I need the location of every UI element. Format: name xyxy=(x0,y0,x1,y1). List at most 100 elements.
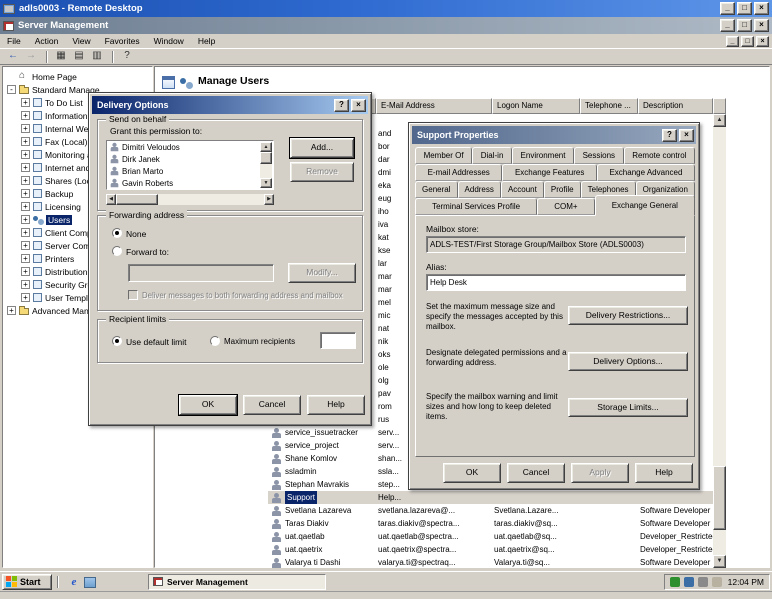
tab[interactable]: E-mail Addresses xyxy=(415,164,502,181)
tree-expand-box[interactable]: + xyxy=(21,124,30,133)
cancel-button[interactable]: Cancel xyxy=(507,463,565,483)
close-icon[interactable]: × xyxy=(754,19,769,32)
none-radio[interactable] xyxy=(112,228,122,238)
alias-field[interactable]: Help Desk xyxy=(426,274,686,291)
help-button[interactable]: Help xyxy=(307,395,365,415)
tab[interactable]: Profile xyxy=(544,181,581,198)
maximize-icon[interactable]: □ xyxy=(737,2,752,15)
tab[interactable]: Exchange Features xyxy=(502,164,597,181)
tab[interactable]: Environment xyxy=(512,147,574,164)
user-row[interactable]: Svetlana Lazareva svetlana.lazareva@... … xyxy=(268,504,713,517)
tree-expand-box[interactable]: + xyxy=(21,241,30,250)
scroll-up-icon[interactable]: ▲ xyxy=(260,142,272,152)
recipients-scrollbar[interactable]: ▲ ▼ xyxy=(260,142,272,188)
close-icon[interactable]: × xyxy=(351,99,366,112)
recipient-item[interactable]: Dimitri Veloudos xyxy=(107,141,273,153)
user-row[interactable]: Taras Diakiv taras.diakiv@spectra... tar… xyxy=(268,517,713,530)
restore-icon[interactable]: □ xyxy=(741,36,754,47)
remote-desktop-titlebar[interactable]: adls0003 - Remote Desktop _ □ × xyxy=(0,0,772,17)
tab[interactable]: Member Of xyxy=(415,147,472,164)
minimize-icon[interactable]: _ xyxy=(720,2,735,15)
storage-limits-button[interactable]: Storage Limits... xyxy=(568,398,688,417)
recipient-item[interactable]: Brian Marto xyxy=(107,165,273,177)
column-header-telephone[interactable]: Telephone ... xyxy=(580,98,638,114)
app-titlebar[interactable]: Server Management _ □ × xyxy=(0,17,772,34)
tab[interactable]: Account xyxy=(501,181,544,198)
list-view-icon[interactable]: ▤ xyxy=(71,50,87,63)
scroll-down-icon[interactable]: ▼ xyxy=(713,555,726,568)
volume-icon[interactable] xyxy=(698,577,708,587)
maximize-icon[interactable]: □ xyxy=(737,19,752,32)
scroll-up-icon[interactable]: ▲ xyxy=(713,114,726,127)
tree-item[interactable]: Home Page xyxy=(3,70,152,83)
column-header-description[interactable]: Description xyxy=(638,98,713,114)
menu-item[interactable]: Action xyxy=(28,36,66,46)
menu-item[interactable]: Favorites xyxy=(98,36,147,46)
menu-item[interactable]: File xyxy=(0,36,28,46)
tree-expand-box[interactable]: + xyxy=(21,189,30,198)
recipients-hscrollbar[interactable]: ◀ ▶ xyxy=(106,194,274,205)
help-icon[interactable]: ? xyxy=(119,50,135,63)
tab[interactable]: Address xyxy=(458,181,501,198)
user-row[interactable]: Valarya ti Dashi valarya.ti@spectraq... … xyxy=(268,556,713,569)
tab[interactable]: COM+ xyxy=(537,198,594,215)
export-list-icon[interactable]: ▥ xyxy=(89,50,105,63)
minimize-icon[interactable]: _ xyxy=(726,36,739,47)
tree-expand-box[interactable]: + xyxy=(21,176,30,185)
deliver-both-checkbox[interactable] xyxy=(128,290,138,300)
delivery-options-button[interactable]: Delivery Options... xyxy=(568,352,688,371)
recipient-item[interactable]: Gavin Roberts xyxy=(107,177,273,189)
tab[interactable]: Dial-in xyxy=(472,147,512,164)
tree-expand-box[interactable]: + xyxy=(21,163,30,172)
taskbar-task-server-management[interactable]: Server Management xyxy=(148,574,326,590)
network-icon[interactable] xyxy=(684,577,694,587)
tab[interactable]: Exchange Advanced xyxy=(597,164,695,181)
internet-explorer-icon[interactable]: e xyxy=(67,575,81,589)
tree-expand-box[interactable]: + xyxy=(21,202,30,211)
tree-expand-box[interactable]: - xyxy=(7,85,16,94)
ok-button[interactable]: OK xyxy=(179,395,237,415)
delivery-restrictions-button[interactable]: Delivery Restrictions... xyxy=(568,306,688,325)
show-desktop-icon[interactable] xyxy=(84,577,96,588)
tree-expand-box[interactable]: + xyxy=(21,293,30,302)
tab[interactable]: Terminal Services Profile xyxy=(415,198,537,215)
ok-button[interactable]: OK xyxy=(443,463,501,483)
user-row[interactable]: Support Help... xyxy=(268,491,713,504)
tab[interactable]: Sessions xyxy=(574,147,624,164)
cancel-button[interactable]: Cancel xyxy=(243,395,301,415)
forward-to-radio[interactable] xyxy=(112,246,122,256)
context-help-icon[interactable]: ? xyxy=(334,99,349,112)
menu-item[interactable]: View xyxy=(65,36,97,46)
menu-item[interactable]: Window xyxy=(147,36,191,46)
close-icon[interactable]: × xyxy=(679,129,694,142)
tree-expand-box[interactable]: + xyxy=(21,254,30,263)
tree-expand-box[interactable]: + xyxy=(21,137,30,146)
close-icon[interactable]: × xyxy=(754,2,769,15)
column-header-logon[interactable]: Logon Name xyxy=(492,98,580,114)
scroll-left-icon[interactable]: ◀ xyxy=(106,194,116,205)
minimize-icon[interactable]: _ xyxy=(720,19,735,32)
tab[interactable]: Exchange General xyxy=(595,195,695,216)
tree-expand-box[interactable]: + xyxy=(7,306,16,315)
updates-icon[interactable] xyxy=(712,577,722,587)
start-button[interactable]: Start xyxy=(2,574,52,590)
use-default-limit-radio[interactable] xyxy=(112,336,122,346)
tab[interactable]: Remote control xyxy=(624,147,695,164)
context-help-icon[interactable]: ? xyxy=(662,129,677,142)
menu-item[interactable]: Help xyxy=(191,36,222,46)
close-icon[interactable]: × xyxy=(756,36,769,47)
tree-expand-box[interactable]: + xyxy=(21,215,30,224)
scroll-thumb[interactable] xyxy=(713,466,726,530)
user-row[interactable]: uat.qaetlab uat.qaetlab@spectra... uat.q… xyxy=(268,530,713,543)
modify-button[interactable]: Modify... xyxy=(288,263,356,283)
remove-button[interactable]: Remove xyxy=(290,162,354,182)
apply-button[interactable]: Apply xyxy=(571,463,629,483)
recipient-item[interactable]: Dirk Janek xyxy=(107,153,273,165)
user-row[interactable]: uat.qaetrix uat.qaetrix@spectra... uat.q… xyxy=(268,543,713,556)
scroll-down-icon[interactable]: ▼ xyxy=(260,178,272,188)
tree-expand-box[interactable]: + xyxy=(21,267,30,276)
maximum-recipients-field[interactable] xyxy=(320,332,356,349)
show-tree-icon[interactable]: ▦ xyxy=(53,50,69,63)
dialog-titlebar[interactable]: Delivery Options ? × xyxy=(92,96,368,114)
tree-expand-box[interactable]: + xyxy=(21,111,30,120)
